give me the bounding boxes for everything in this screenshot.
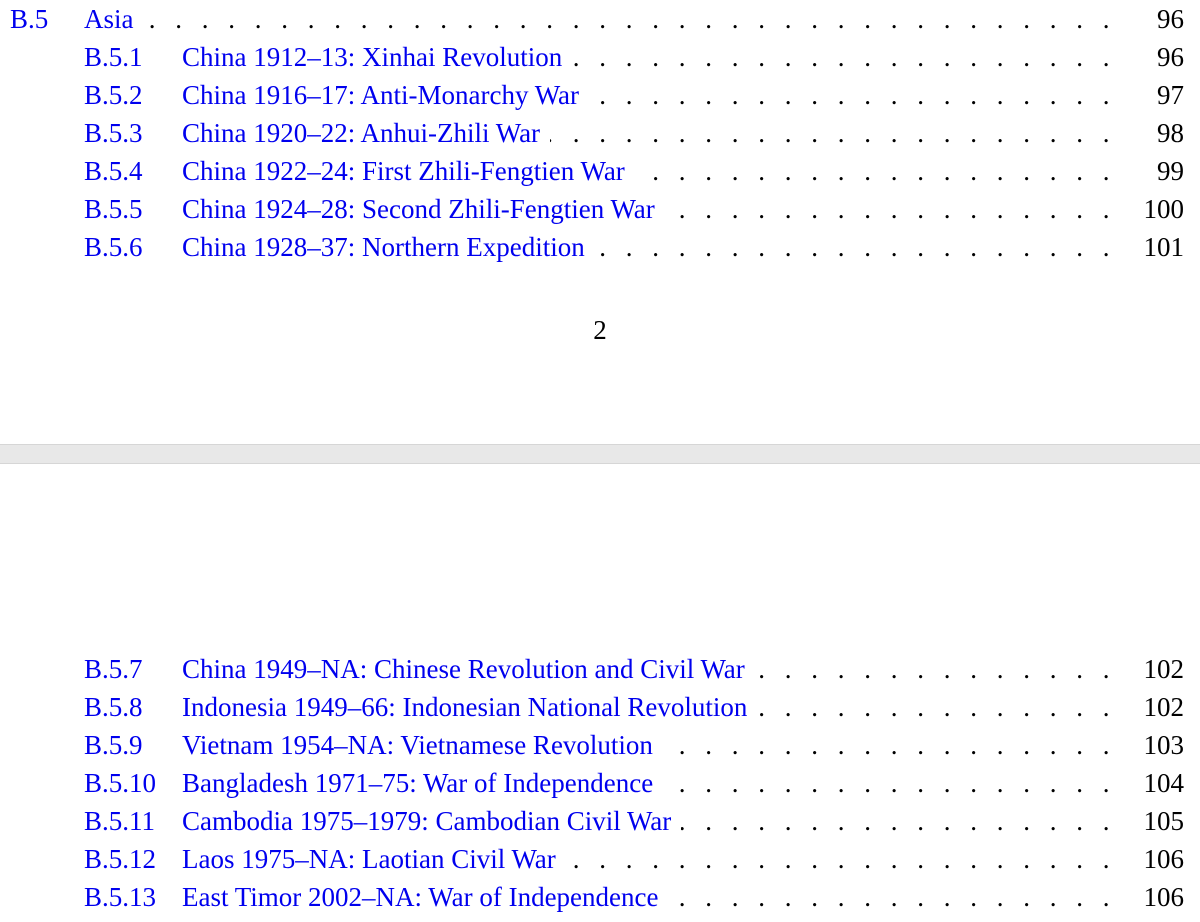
toc-entry-number[interactable]: B.5.8 xyxy=(84,688,143,726)
toc-entry-page: 99 xyxy=(1157,156,1184,186)
toc-entry-title[interactable]: China 1949–NA: Chinese Revolution and Ci… xyxy=(182,650,745,688)
toc-entry-page: 100 xyxy=(1143,194,1185,224)
dot-leader: . . . . . . . . . . . . . . . . . . . . … xyxy=(144,4,1116,34)
toc-entry-b5-10[interactable]: B.5.10 Bangladesh 1971–75: War of Indepe… xyxy=(0,764,1200,802)
toc-entry-page: 102 xyxy=(1143,692,1185,722)
dot-leader: . . . . . . . . . . . . . . . . . . . . … xyxy=(663,730,1116,760)
toc-entry-page: 96 xyxy=(1157,4,1184,34)
toc-entry-page: 96 xyxy=(1157,42,1184,72)
toc-entry-title[interactable]: East Timor 2002–NA: War of Independence xyxy=(182,878,659,916)
toc-entry-b5-6[interactable]: B.5.6 China 1928–37: Northern Expedition… xyxy=(0,228,1200,266)
toc-entry-b5-12[interactable]: B.5.12 Laos 1975–NA: Laotian Civil War .… xyxy=(0,840,1200,878)
toc-entry-number[interactable]: B.5.9 xyxy=(84,726,143,764)
toc-entry-b5-4[interactable]: B.5.4 China 1922–24: First Zhili-Fengtie… xyxy=(0,152,1200,190)
dot-leader: . . . . . . . . . . . . . . . . . . . . … xyxy=(572,42,1116,72)
toc-entry-title[interactable]: Vietnam 1954–NA: Vietnamese Revolution xyxy=(182,726,653,764)
toc-entry-number[interactable]: B.5.7 xyxy=(84,650,143,688)
toc-entry-number[interactable]: B.5.5 xyxy=(84,190,143,228)
toc-entry-b5-3[interactable]: B.5.3 China 1920–22: Anhui-Zhili War . .… xyxy=(0,114,1200,152)
dot-leader: . . . . . . . . . . . . . . . . . . . . … xyxy=(589,80,1116,110)
toc-entry-b5-11[interactable]: B.5.11 Cambodia 1975–1979: Cambodian Civ… xyxy=(0,802,1200,840)
toc-entry-b5-8[interactable]: B.5.8 Indonesia 1949–66: Indonesian Nati… xyxy=(0,688,1200,726)
dot-leader: . . . . . . . . . . . . . . . . . . . . … xyxy=(635,156,1116,186)
toc-entry-b5-5[interactable]: B.5.5 China 1924–28: Second Zhili-Fengti… xyxy=(0,190,1200,228)
toc-entry-title[interactable]: China 1922–24: First Zhili-Fengtien War xyxy=(182,152,625,190)
toc-entry-title[interactable]: China 1928–37: Northern Expedition xyxy=(182,228,585,266)
dot-leader: . . . . . . . . . . . . . . . . . . . . … xyxy=(755,654,1116,684)
toc-entry-number[interactable]: B.5.2 xyxy=(84,76,143,114)
toc-entry-page: 98 xyxy=(1157,118,1184,148)
toc-entry-page: 103 xyxy=(1143,730,1185,760)
toc-entry-page: 101 xyxy=(1143,232,1185,262)
toc-entry-page: 102 xyxy=(1143,654,1185,684)
toc-entry-number[interactable]: B.5.10 xyxy=(84,764,156,802)
toc-entry-number[interactable]: B.5.6 xyxy=(84,228,143,266)
toc-page-bottom: B.5.7 China 1949–NA: Chinese Revolution … xyxy=(0,464,1200,922)
toc-entry-b5-1[interactable]: B.5.1 China 1912–13: Xinhai Revolution .… xyxy=(0,38,1200,76)
toc-entry-page: 97 xyxy=(1157,80,1184,110)
toc-page-top: B.5 Asia . . . . . . . . . . . . . . . .… xyxy=(0,0,1200,444)
page-separator xyxy=(0,444,1200,464)
toc-entry-title[interactable]: China 1916–17: Anti-Monarchy War xyxy=(182,76,579,114)
dot-leader: . . . . . . . . . . . . . . . . . . . . … xyxy=(681,806,1116,836)
toc-entry-title[interactable]: China 1924–28: Second Zhili-Fengtien War xyxy=(182,190,655,228)
dot-leader: . . . . . . . . . . . . . . . . . . . . … xyxy=(669,882,1116,912)
toc-entry-b5[interactable]: B.5 Asia . . . . . . . . . . . . . . . .… xyxy=(0,0,1200,38)
toc-entry-page: 104 xyxy=(1143,768,1185,798)
toc-entry-number[interactable]: B.5.11 xyxy=(84,802,155,840)
toc-entry-number[interactable]: B.5.4 xyxy=(84,152,143,190)
dot-leader: . . . . . . . . . . . . . . . . . . . . … xyxy=(663,768,1116,798)
page-number: 2 xyxy=(593,315,607,345)
toc-entry-title[interactable]: Asia xyxy=(84,0,134,38)
toc-entry-b5-9[interactable]: B.5.9 Vietnam 1954–NA: Vietnamese Revolu… xyxy=(0,726,1200,764)
toc-entry-page: 106 xyxy=(1143,882,1185,912)
dot-leader: . . . . . . . . . . . . . . . . . . . . … xyxy=(550,118,1116,148)
toc-entry-title[interactable]: Indonesia 1949–66: Indonesian National R… xyxy=(182,688,747,726)
toc-entry-title[interactable]: China 1920–22: Anhui-Zhili War xyxy=(182,114,540,152)
toc-entry-page: 106 xyxy=(1143,844,1185,874)
toc-entry-number[interactable]: B.5.12 xyxy=(84,840,156,878)
toc-entry-b5-7[interactable]: B.5.7 China 1949–NA: Chinese Revolution … xyxy=(0,650,1200,688)
toc-entry-title[interactable]: Laos 1975–NA: Laotian Civil War xyxy=(182,840,556,878)
toc-entry-number[interactable]: B.5.13 xyxy=(84,878,156,916)
toc-entry-title[interactable]: Bangladesh 1971–75: War of Independence xyxy=(182,764,653,802)
toc-entry-number[interactable]: B.5.1 xyxy=(84,38,143,76)
dot-leader: . . . . . . . . . . . . . . . . . . . . … xyxy=(566,844,1116,874)
toc-entry-title[interactable]: China 1912–13: Xinhai Revolution xyxy=(182,38,562,76)
toc-entry-page: 105 xyxy=(1143,806,1185,836)
dot-leader: . . . . . . . . . . . . . . . . . . . . … xyxy=(595,232,1116,262)
toc-entry-b5-13[interactable]: B.5.13 East Timor 2002–NA: War of Indepe… xyxy=(0,878,1200,916)
dot-leader: . . . . . . . . . . . . . . . . . . . . … xyxy=(665,194,1116,224)
toc-entry-b5-2[interactable]: B.5.2 China 1916–17: Anti-Monarchy War .… xyxy=(0,76,1200,114)
toc-entry-title[interactable]: Cambodia 1975–1979: Cambodian Civil War xyxy=(182,802,671,840)
dot-leader: . . . . . . . . . . . . . . . . . . . . … xyxy=(757,692,1116,722)
toc-entry-number[interactable]: B.5.3 xyxy=(84,114,143,152)
toc-entry-number[interactable]: B.5 xyxy=(10,0,48,38)
